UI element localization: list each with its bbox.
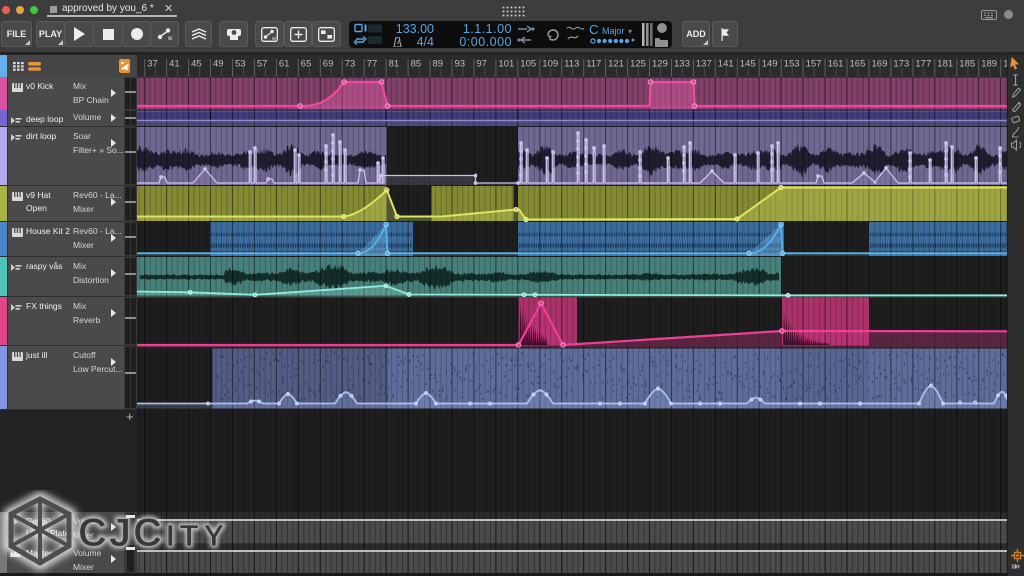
svg-text:145: 145	[740, 59, 756, 70]
svg-text:37: 37	[147, 59, 158, 70]
svg-text:61: 61	[279, 59, 290, 70]
svg-text:w: w	[271, 36, 276, 42]
svg-text:ITY: ITY	[166, 518, 229, 553]
svg-text:81: 81	[389, 59, 400, 70]
svg-text:177: 177	[915, 59, 931, 70]
svg-text:93: 93	[455, 59, 466, 70]
svg-text:113: 113	[564, 59, 579, 70]
svg-text:w: w	[167, 36, 173, 41]
svg-text:105: 105	[520, 59, 536, 70]
svg-text:141: 141	[718, 59, 734, 70]
svg-text:CJC: CJC	[78, 511, 164, 555]
svg-text:41: 41	[169, 59, 180, 70]
svg-text:161: 161	[828, 59, 844, 70]
svg-text:137: 137	[696, 59, 712, 70]
svg-text:185: 185	[959, 59, 975, 70]
svg-text:165: 165	[850, 59, 866, 70]
svg-text:157: 157	[806, 59, 822, 70]
svg-text:109: 109	[542, 59, 558, 70]
svg-text:117: 117	[586, 59, 601, 70]
svg-text:173: 173	[893, 59, 909, 70]
svg-text:101: 101	[498, 59, 514, 70]
svg-text:77: 77	[367, 59, 378, 70]
svg-text:89: 89	[433, 59, 444, 70]
svg-text:153: 153	[784, 59, 800, 70]
svg-text:53: 53	[235, 59, 246, 70]
svg-text:169: 169	[872, 59, 888, 70]
svg-text:125: 125	[630, 59, 646, 70]
svg-text:121: 121	[608, 59, 624, 70]
svg-text:129: 129	[652, 59, 668, 70]
svg-text:85: 85	[411, 59, 422, 70]
svg-text:49: 49	[213, 59, 224, 70]
svg-text:69: 69	[323, 59, 334, 70]
svg-text:57: 57	[257, 59, 268, 70]
svg-text:181: 181	[937, 59, 953, 70]
svg-text:149: 149	[762, 59, 778, 70]
svg-text:45: 45	[191, 59, 202, 70]
svg-text:73: 73	[345, 59, 356, 70]
svg-text:189: 189	[981, 59, 997, 70]
svg-text:133: 133	[674, 59, 690, 70]
svg-text:65: 65	[301, 59, 312, 70]
svg-text:97: 97	[476, 59, 487, 70]
